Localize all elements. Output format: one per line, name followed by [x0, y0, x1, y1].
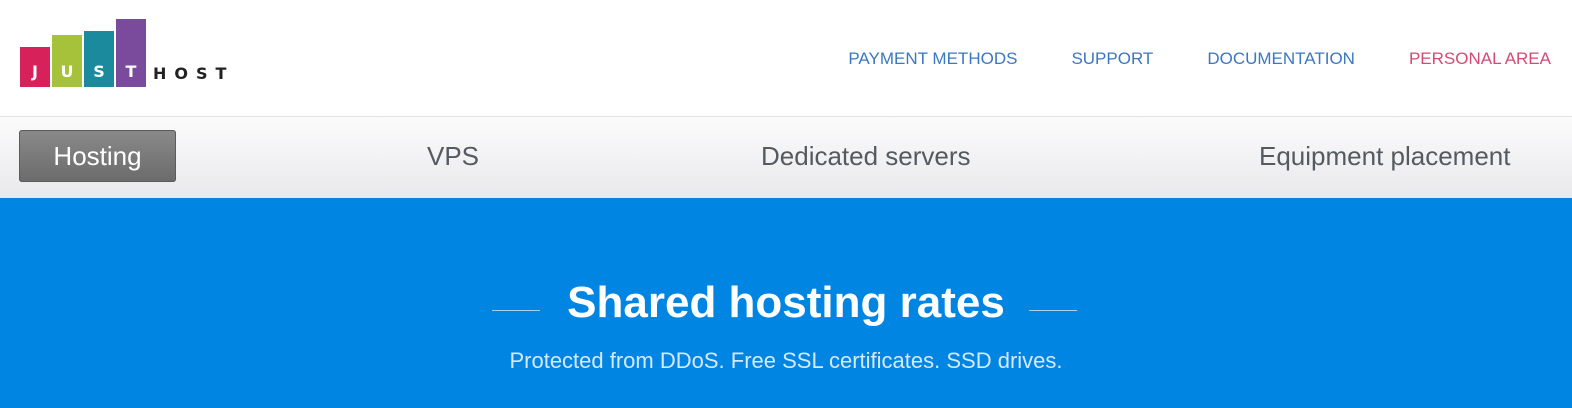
page-title: Shared hosting rates: [567, 278, 1005, 327]
site-header: J U S T HOST PAYMENT METHODS SUPPORT DOC…: [0, 0, 1572, 117]
top-navigation: PAYMENT METHODS SUPPORT DOCUMENTATION PE…: [848, 49, 1551, 69]
logo-bar-s: S: [84, 31, 114, 87]
tab-hosting[interactable]: Hosting: [19, 130, 176, 182]
title-right-divider: [1029, 310, 1077, 311]
logo-bar-t: T: [116, 19, 146, 87]
service-tabs: Hosting VPS Dedicated servers Equipment …: [0, 117, 1572, 198]
hero-banner: Shared hosting rates Protected from DDoS…: [0, 198, 1572, 408]
logo-host-text: HOST: [153, 64, 235, 83]
hero-subtitle: Protected from DDoS. Free SSL certificat…: [509, 348, 1063, 373]
tab-equipment-placement[interactable]: Equipment placement: [1259, 130, 1510, 182]
personal-area-link[interactable]: PERSONAL AREA: [1409, 49, 1551, 69]
payment-methods-link[interactable]: PAYMENT METHODS: [848, 49, 1017, 69]
logo-letter-t: T: [125, 62, 137, 81]
logo-bar-j: J: [20, 47, 50, 87]
logo-letter-u: U: [60, 62, 74, 81]
tab-dedicated-servers[interactable]: Dedicated servers: [761, 130, 971, 182]
logo-letter-j: J: [32, 62, 38, 81]
documentation-link[interactable]: DOCUMENTATION: [1207, 49, 1355, 69]
support-link[interactable]: SUPPORT: [1071, 49, 1153, 69]
just-host-logo[interactable]: J U S T HOST: [20, 17, 235, 87]
logo-bar-u: U: [52, 35, 82, 87]
logo-letter-s: S: [93, 62, 105, 81]
tab-vps[interactable]: VPS: [427, 130, 479, 182]
